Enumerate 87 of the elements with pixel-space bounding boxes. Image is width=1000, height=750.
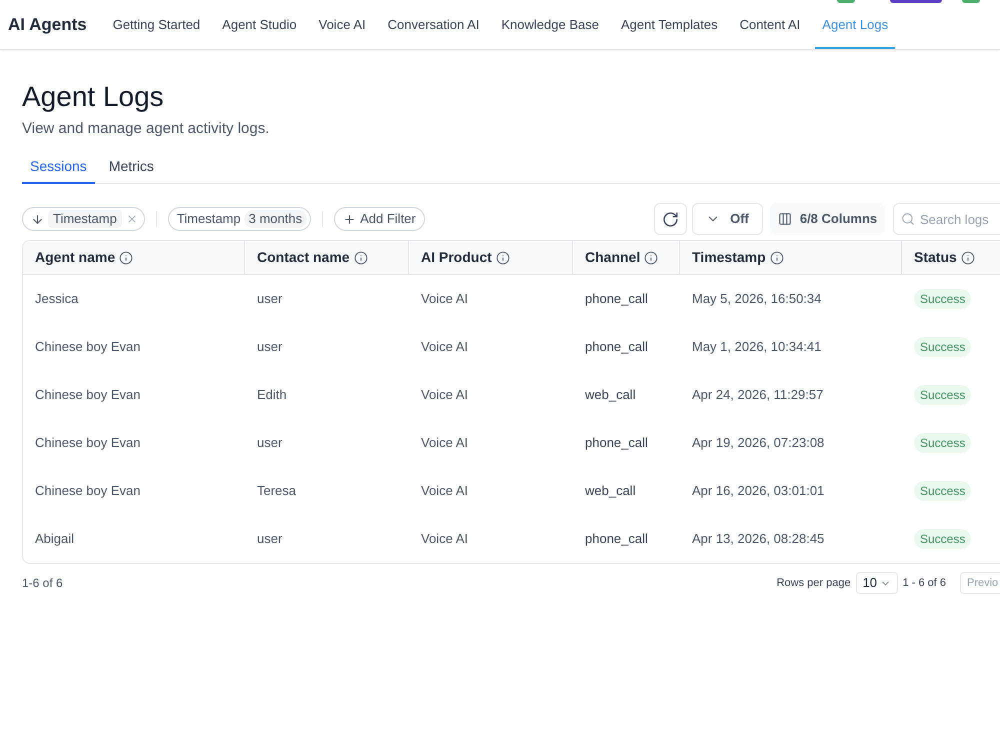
column-title: Status [914,248,957,267]
search-icon [901,212,915,226]
filter-field-label: Timestamp [176,210,241,228]
table-row[interactable]: Jessica user Voice AI phone_call May 5, 2026, 16:50:34 Success [23,275,1000,323]
table-cell-text: Voice AI [421,482,468,500]
table-cell-text: phone_call [585,338,648,356]
table-cell-text: Apr 13, 2026, 08:28:45 [692,530,824,548]
rows-per-page-select[interactable]: 10 [856,572,898,594]
refresh-button[interactable] [654,203,687,235]
plus-icon [343,212,356,226]
table-cell-text: Jessica [35,290,78,308]
sort-chip[interactable]: Timestamp [22,207,145,231]
pill-shape-icon [890,0,942,3]
table-row[interactable]: Abigail user Voice AI phone_call Apr 13, 2026, 08:28:45 Success [23,515,1000,563]
table-cell-text: Chinese boy Evan [35,338,141,356]
column-title: AI Product [421,248,492,267]
table-cell-text: Apr 19, 2026, 07:23:08 [692,434,824,452]
tab[interactable]: Metrics [100,151,162,184]
column-title: Agent name [35,248,116,267]
table-cell-text: phone_call [585,434,648,452]
page-subtitle: View and manage agent activity logs. [22,119,270,139]
table-cell-text: Voice AI [421,530,468,548]
table-cell-text: phone_call [585,290,648,308]
table-cell-text: Voice AI [421,290,468,308]
nav-tab[interactable]: Agent Studio [215,0,304,49]
status-badge: Success [914,337,972,357]
columns-button[interactable]: 6/8 Columns [770,203,885,235]
column-title: Contact name [257,248,350,267]
nav-tab[interactable]: Content AI [732,0,808,49]
table-cell-text: Apr 24, 2026, 11:29:57 [692,386,824,404]
close-icon[interactable] [126,213,138,225]
nav-tab[interactable]: Voice AI [312,0,373,49]
table-cell-text: user [257,530,282,548]
status-badge: Success [914,289,972,309]
table-cell-text: web_call [585,386,636,404]
filter-chip[interactable]: Timestamp 3 months [168,207,312,231]
info-icon [644,250,658,264]
table-cell-text: Abigail [35,530,74,548]
info-icon [496,250,510,264]
columns-icon [778,212,792,226]
table-cell-text: May 1, 2026, 10:34:41 [692,338,822,356]
info-icon [119,250,134,264]
status-badge: Success [914,529,972,549]
table-row[interactable]: Chinese boy Evan Edith Voice AI web_call Apr 24, 2026, 11:29:57 Success [23,371,1000,419]
result-count: 1-6 of 6 [22,575,63,592]
table-row[interactable]: Chinese boy Evan user Voice AI phone_call Apr 19, 2026, 07:23:08 Success [23,419,1000,467]
table-cell-text: Chinese boy Evan [35,482,141,500]
add-filter-button[interactable]: Add Filter [334,207,425,231]
table-cell-text: Apr 16, 2026, 03:01:01 [692,482,824,500]
table-cell-text: web_call [585,482,636,500]
table-cell-text: phone_call [585,530,648,548]
page-title: Agent Logs [22,80,164,114]
info-icon [960,250,975,264]
column-title: Channel [585,248,640,267]
table-cell-text: Voice AI [421,386,468,404]
filter-value-label: 3 months [244,210,308,228]
sort-field-label: Timestamp [48,210,122,228]
table-cell-text: user [257,338,282,356]
refresh-icon [662,210,679,228]
info-icon [770,250,784,264]
nav-tab[interactable]: Agent Templates [614,0,725,49]
info-icon [354,250,368,264]
status-badge: Success [914,481,972,501]
table-cell-text: May 5, 2026, 16:50:34 [692,290,822,308]
table-cell-text: Edith [257,386,287,404]
table-row[interactable]: Chinese boy Evan user Voice AI phone_call May 1, 2026, 10:34:41 Success [23,323,1000,371]
tab[interactable]: Sessions [22,151,95,184]
table-cell-text: Chinese boy Evan [35,386,141,404]
table-cell-text: Chinese boy Evan [35,434,141,452]
column-title: Timestamp [692,248,766,267]
table-cell-text: user [257,434,282,452]
auto-refresh-dropdown[interactable]: Off [692,203,763,235]
table-row[interactable]: Chinese boy Evan Teresa Voice AI web_call Apr 16, 2026, 03:01:01 Success [23,467,1000,515]
status-badge: Success [914,385,972,405]
table-cell-text: user [257,290,282,308]
table-cell-text: Voice AI [421,434,468,452]
rows-per-page-label: Rows per page [776,576,851,591]
table-cell-text: Teresa [257,482,296,500]
status-badge: Success [914,433,972,453]
nav-tab[interactable]: Getting Started [106,0,208,49]
app-title: AI Agents [8,14,87,36]
page-range: 1 - 6 of 6 [902,576,946,591]
arrow-down-icon [31,212,44,226]
nav-tab[interactable]: Conversation AI [380,0,486,49]
search-field[interactable]: Search logs [893,203,1000,235]
nav-tab[interactable]: Knowledge Base [494,0,606,49]
table-cell-text: Voice AI [421,338,468,356]
